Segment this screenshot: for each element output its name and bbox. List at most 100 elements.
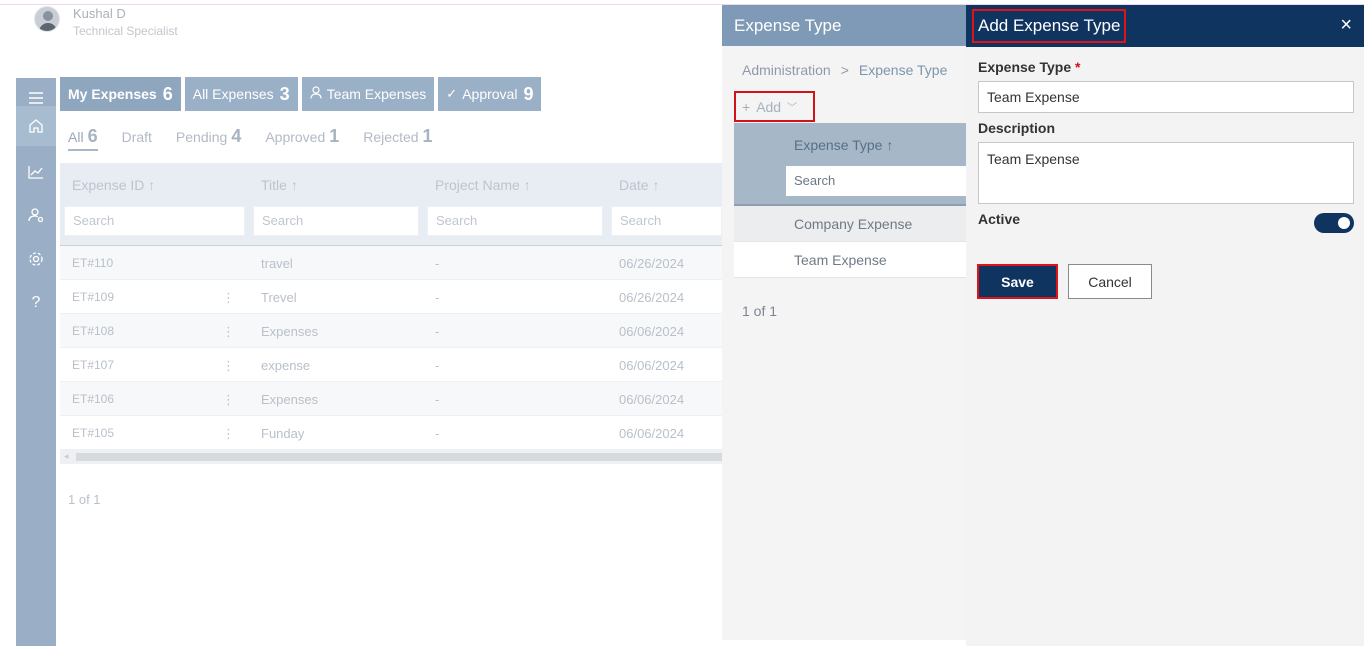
table-row[interactable]: ET#105 ⋮ Funday - 06/06/2024 bbox=[60, 416, 722, 450]
tab-count: 3 bbox=[279, 83, 290, 104]
subtab-count: 1 bbox=[329, 126, 340, 146]
cell-expense-id: ET#110 bbox=[72, 256, 114, 270]
cell-title: Expenses bbox=[261, 392, 319, 407]
tab-label: My Expenses bbox=[68, 86, 157, 102]
subtab-draft[interactable]: Draft bbox=[122, 129, 152, 145]
cell-date: 06/06/2024 bbox=[619, 392, 685, 407]
table-row[interactable]: ET#108 ⋮ Expenses - 06/06/2024 bbox=[60, 314, 722, 348]
help-icon[interactable]: ? bbox=[16, 283, 56, 323]
expense-type-panel: Expense Type Administration > Expense Ty… bbox=[722, 5, 966, 640]
user-profile: Kushal D Technical Specialist bbox=[34, 6, 178, 38]
gear-icon[interactable] bbox=[16, 239, 56, 279]
home-icon[interactable] bbox=[16, 106, 56, 146]
row-menu-icon[interactable]: ⋮ bbox=[222, 426, 235, 442]
column-header-expense-id[interactable]: Expense ID ↑ bbox=[72, 177, 155, 193]
search-input-date[interactable]: Search bbox=[611, 206, 722, 236]
scroll-left-icon[interactable]: ◂ bbox=[64, 451, 69, 462]
subtab-count: 4 bbox=[231, 126, 242, 146]
avatar bbox=[34, 6, 60, 32]
row-menu-icon[interactable]: ⋮ bbox=[222, 324, 235, 340]
scrollbar-thumb[interactable] bbox=[76, 453, 722, 461]
active-label: Active bbox=[978, 211, 1021, 227]
expense-tabs: My Expenses 6 All Expenses 3 Team Expens… bbox=[60, 77, 542, 111]
panel-title: Expense Type bbox=[722, 5, 966, 46]
cell-title: Expenses bbox=[261, 324, 319, 339]
subtab-all[interactable]: All 6 bbox=[68, 126, 98, 151]
chevron-down-icon: ﹀ bbox=[787, 103, 798, 114]
subtab-count: 1 bbox=[422, 126, 433, 146]
active-toggle[interactable] bbox=[1314, 213, 1354, 233]
column-header-expense-type[interactable]: Expense Type ↑ bbox=[794, 137, 893, 153]
close-icon[interactable]: × bbox=[1340, 15, 1352, 35]
subtab-rejected[interactable]: Rejected 1 bbox=[363, 126, 432, 147]
required-mark: * bbox=[1075, 59, 1081, 75]
description-field[interactable]: Team Expense bbox=[978, 142, 1354, 204]
add-button[interactable]: + Add ﹀ bbox=[734, 91, 815, 122]
cell-expense-id: ET#107 bbox=[72, 358, 115, 372]
subtab-approved[interactable]: Approved 1 bbox=[265, 126, 339, 147]
search-input-project-name[interactable]: Search bbox=[427, 206, 603, 236]
subtab-label: Pending bbox=[175, 129, 228, 145]
row-menu-icon[interactable]: ⋮ bbox=[222, 392, 235, 408]
tab-label: All Expenses bbox=[192, 86, 274, 102]
cell-project: - bbox=[435, 358, 440, 373]
cell-title: expense bbox=[261, 358, 311, 373]
grid-body: ET#110 travel - 06/26/2024 ET#109 ⋮ Trev… bbox=[60, 246, 722, 450]
grid-header: Expense Type ↑ Search bbox=[734, 123, 966, 206]
horizontal-scrollbar[interactable]: ◂ bbox=[60, 450, 722, 464]
search-input-expense-type[interactable]: Search bbox=[786, 166, 966, 196]
subtab-label: Draft bbox=[121, 129, 152, 145]
tab-my-expenses[interactable]: My Expenses 6 bbox=[60, 77, 181, 111]
cell-project: - bbox=[435, 290, 440, 305]
table-row[interactable]: ET#107 ⋮ expense - 06/06/2024 bbox=[60, 348, 722, 382]
table-row[interactable]: ET#109 ⋮ Trevel - 06/26/2024 bbox=[60, 280, 722, 314]
left-rail: ? bbox=[16, 78, 56, 646]
cancel-button[interactable]: Cancel bbox=[1068, 264, 1152, 299]
expense-type-field[interactable]: Team Expense bbox=[978, 81, 1354, 113]
breadcrumb-administration[interactable]: Administration bbox=[742, 62, 831, 78]
cell-date: 06/26/2024 bbox=[619, 256, 685, 271]
user-settings-icon[interactable] bbox=[16, 195, 56, 235]
column-header-date[interactable]: Date ↑ bbox=[619, 177, 659, 193]
cell-expense-id: ET#105 bbox=[72, 426, 115, 440]
subtab-pending[interactable]: Pending 4 bbox=[176, 126, 241, 147]
subtab-label: Rejected bbox=[363, 129, 419, 145]
cell-date: 06/26/2024 bbox=[619, 290, 685, 305]
table-row[interactable]: ET#106 ⋮ Expenses - 06/06/2024 bbox=[60, 382, 722, 416]
tab-label: Team Expenses bbox=[326, 86, 427, 102]
tab-approval[interactable]: ✓ Approval 9 bbox=[438, 77, 542, 111]
cell-project: - bbox=[435, 392, 440, 407]
save-button[interactable]: Save bbox=[977, 264, 1058, 299]
chart-icon[interactable] bbox=[16, 152, 56, 192]
subtab-label: All bbox=[68, 129, 84, 145]
row-menu-icon[interactable]: ⋮ bbox=[222, 290, 235, 306]
column-header-project-name[interactable]: Project Name ↑ bbox=[435, 177, 531, 193]
table-row[interactable]: ET#110 travel - 06/26/2024 bbox=[60, 246, 722, 280]
breadcrumb: Administration > Expense Type bbox=[742, 62, 947, 78]
add-label: Add bbox=[756, 98, 782, 115]
app-root: Kushal D Technical Specialist ? My Expen… bbox=[0, 0, 1364, 646]
cell-title: travel bbox=[261, 256, 293, 271]
search-input-expense-id[interactable]: Search bbox=[64, 206, 245, 236]
person-icon bbox=[310, 86, 322, 102]
row-menu-icon[interactable]: ⋮ bbox=[222, 358, 235, 374]
dialog-title: Add Expense Type bbox=[972, 9, 1127, 43]
cell-title: Trevel bbox=[261, 290, 297, 305]
tab-label: Approval bbox=[462, 86, 518, 102]
tab-team-expenses[interactable]: Team Expenses bbox=[301, 77, 435, 111]
column-header-title[interactable]: Title ↑ bbox=[261, 177, 298, 193]
list-item[interactable]: Team Expense bbox=[734, 242, 966, 278]
cell-project: - bbox=[435, 256, 440, 271]
expense-type-grid: Expense Type ↑ Search Company Expense Te… bbox=[734, 123, 966, 278]
plus-icon: + bbox=[742, 98, 751, 115]
list-item[interactable]: Company Expense bbox=[734, 206, 966, 242]
subtab-count: 6 bbox=[87, 126, 98, 146]
search-input-title[interactable]: Search bbox=[253, 206, 419, 236]
cell-project: - bbox=[435, 324, 440, 339]
add-expense-type-dialog: Add Expense Type × Expense Type * Team E… bbox=[966, 5, 1364, 646]
breadcrumb-separator-icon: > bbox=[840, 62, 849, 78]
expense-type-label: Expense Type * bbox=[978, 59, 1080, 75]
user-role: Technical Specialist bbox=[73, 24, 178, 38]
grid-pager: 1 of 1 bbox=[742, 303, 778, 319]
tab-all-expenses[interactable]: All Expenses 3 bbox=[184, 77, 298, 111]
